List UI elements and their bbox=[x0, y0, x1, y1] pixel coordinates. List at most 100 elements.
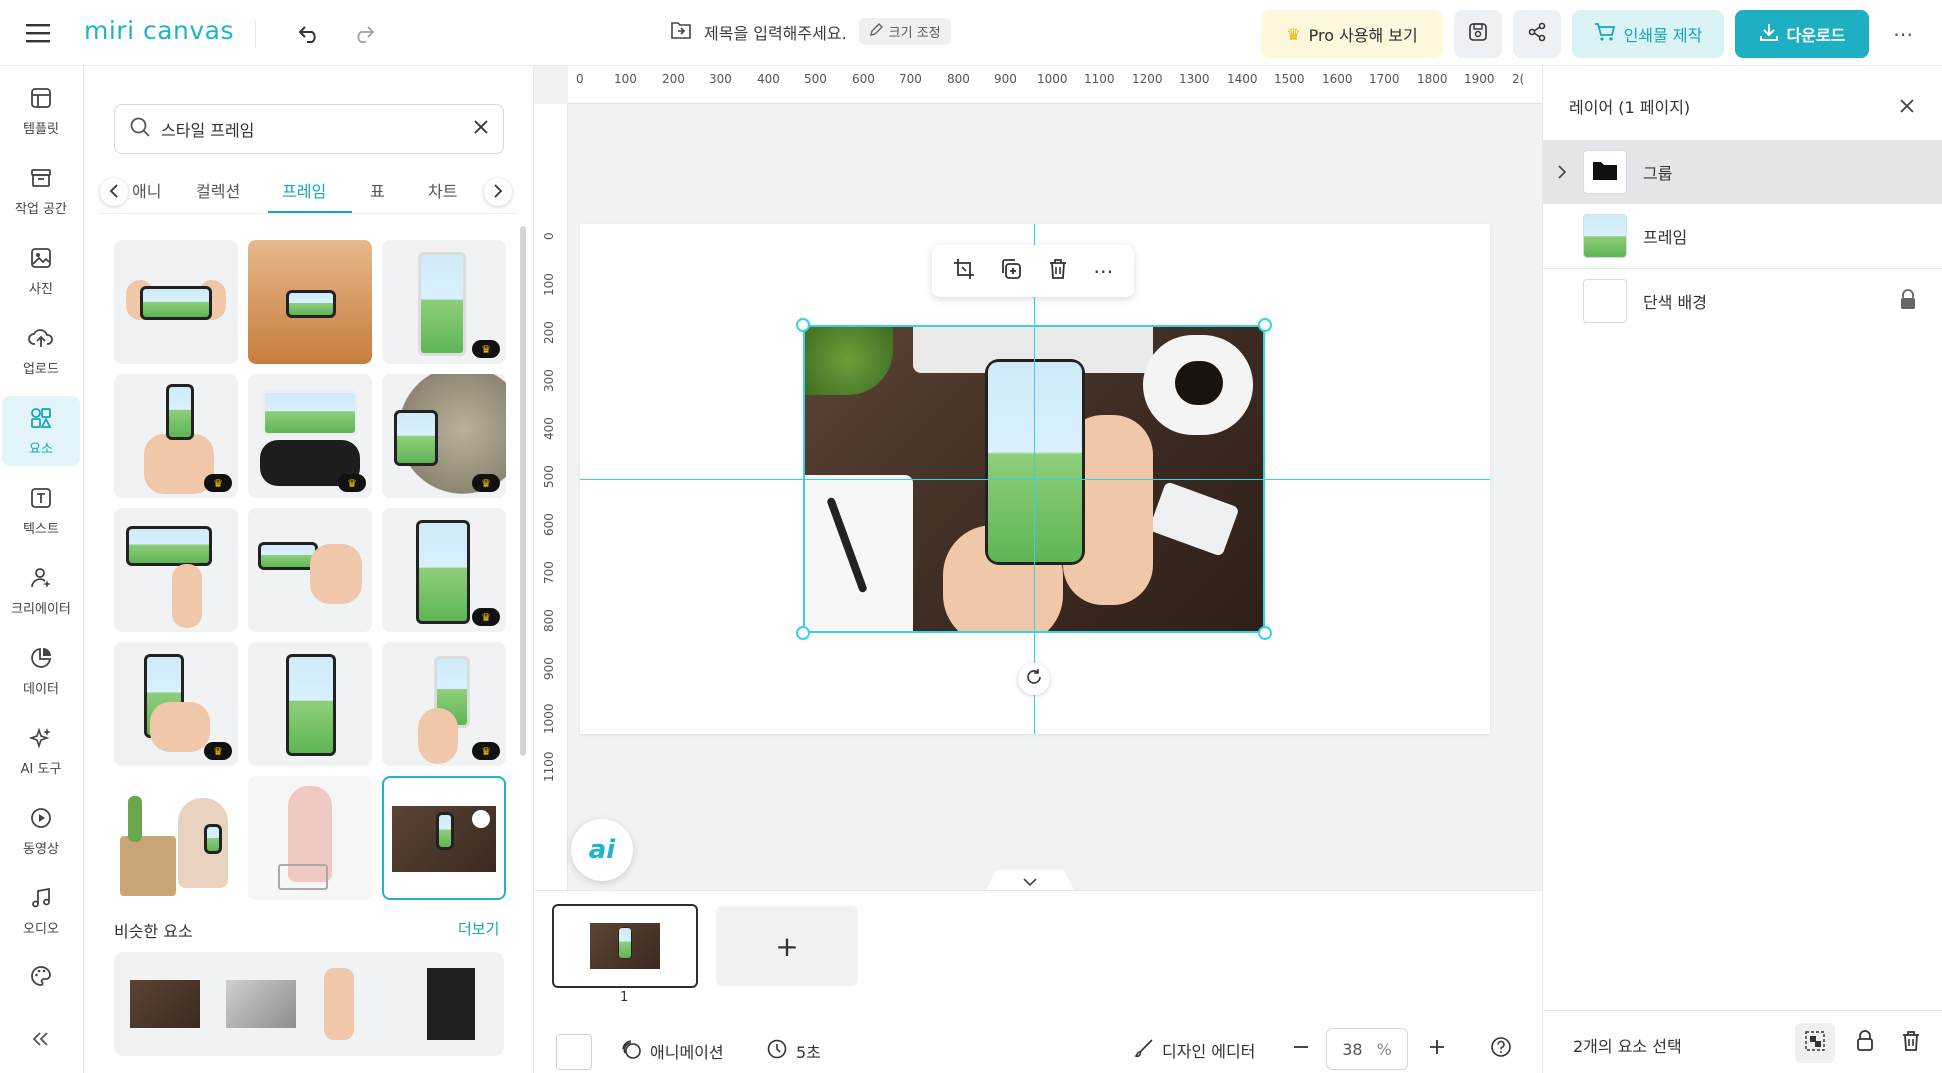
workspace-icon bbox=[29, 166, 53, 194]
frame-item[interactable] bbox=[248, 642, 372, 766]
lock-icon[interactable] bbox=[1899, 289, 1917, 315]
phone-shape bbox=[394, 410, 438, 466]
rail-item-elements[interactable]: 요소 bbox=[2, 396, 80, 466]
print-order-button[interactable]: 인쇄물 제작 bbox=[1572, 10, 1724, 58]
collapse-pages-button[interactable] bbox=[986, 870, 1074, 890]
page-thumbnail[interactable] bbox=[552, 904, 698, 988]
frame-item[interactable]: ♛ bbox=[114, 642, 238, 766]
layer-thumbnail bbox=[1583, 214, 1627, 258]
frame-item[interactable]: ♛ bbox=[382, 240, 506, 364]
premium-crown-icon: ♛ bbox=[204, 742, 232, 760]
ruler-tick: 500 bbox=[804, 72, 827, 86]
share-button[interactable] bbox=[1513, 10, 1561, 58]
duration-button[interactable]: 5초 bbox=[766, 1038, 821, 1064]
resize-handle-bottom-left[interactable] bbox=[796, 626, 810, 640]
duplicate-icon[interactable] bbox=[1000, 258, 1022, 284]
similar-item[interactable] bbox=[130, 980, 200, 1028]
delete-button[interactable] bbox=[1891, 1023, 1931, 1063]
design-editor-button[interactable]: 디자인 에디터 bbox=[1134, 1038, 1255, 1062]
rail-item-theme[interactable] bbox=[2, 956, 80, 1000]
tab-frame[interactable]: 프레임 bbox=[282, 178, 326, 202]
frame-item[interactable]: ♛ bbox=[114, 374, 238, 498]
save-button[interactable] bbox=[1454, 10, 1502, 58]
rail-item-upload[interactable]: 업로드 bbox=[2, 316, 80, 386]
similar-item[interactable] bbox=[226, 980, 296, 1028]
tabs-prev-button[interactable] bbox=[100, 178, 128, 206]
rail-item-creator[interactable]: 크리에이터 bbox=[2, 556, 80, 626]
resize-handle-top-right[interactable] bbox=[1258, 318, 1272, 332]
lock-button[interactable] bbox=[1845, 1023, 1885, 1063]
zoom-in-button[interactable] bbox=[1428, 1038, 1446, 1060]
trash-icon[interactable] bbox=[1048, 258, 1068, 284]
frame-item-selected[interactable] bbox=[382, 776, 506, 900]
rail-item-template[interactable]: 템플릿 bbox=[2, 76, 80, 146]
frame-item[interactable] bbox=[248, 776, 372, 900]
similar-item[interactable] bbox=[427, 968, 475, 1040]
frame-item[interactable] bbox=[114, 508, 238, 632]
tabs-next-button[interactable] bbox=[484, 178, 512, 206]
undo-icon[interactable] bbox=[294, 20, 324, 48]
more-options-icon[interactable]: ⋯ bbox=[1888, 20, 1918, 48]
tab-collection[interactable]: 컬렉션 bbox=[196, 178, 240, 202]
rail-item-audio[interactable]: 오디오 bbox=[2, 876, 80, 946]
rail-item-data[interactable]: 데이터 bbox=[2, 636, 80, 706]
rail-item-workspace[interactable]: 작업 공간 bbox=[2, 156, 80, 226]
layer-row-background[interactable]: 단색 배경 bbox=[1543, 269, 1942, 333]
pro-trial-button[interactable]: ♛ Pro 사용해 보기 bbox=[1261, 10, 1443, 58]
frame-item[interactable]: ♛ bbox=[382, 508, 506, 632]
menu-icon[interactable] bbox=[24, 20, 52, 46]
selection-box[interactable] bbox=[803, 325, 1265, 633]
crown-icon: ♛ bbox=[1286, 24, 1301, 44]
redo-icon[interactable] bbox=[349, 20, 379, 48]
folder-move-icon[interactable] bbox=[670, 20, 692, 44]
rotate-handle[interactable] bbox=[1018, 663, 1050, 695]
document-title-input[interactable]: 제목을 입력해주세요. bbox=[704, 20, 847, 44]
ai-assistant-button[interactable]: ai bbox=[571, 819, 633, 881]
crop-icon[interactable] bbox=[953, 258, 975, 284]
ruler-tick: 800 bbox=[947, 72, 970, 86]
ruler-tick: 100 bbox=[614, 72, 637, 86]
close-icon[interactable] bbox=[1895, 94, 1919, 118]
group-button[interactable] bbox=[1795, 1023, 1835, 1063]
frame-item[interactable]: ♛ bbox=[382, 642, 506, 766]
ruler-tick: 400 bbox=[757, 72, 780, 86]
animation-button[interactable]: 애니메이션 bbox=[620, 1038, 724, 1064]
resize-handle-top-left[interactable] bbox=[796, 318, 810, 332]
panel-scrollbar[interactable] bbox=[520, 226, 526, 756]
layer-row-group[interactable]: 그룹 bbox=[1543, 140, 1942, 204]
background-color-swatch[interactable] bbox=[556, 1034, 592, 1070]
frame-item[interactable] bbox=[114, 240, 238, 364]
search-input[interactable]: 스타일 프레임 bbox=[114, 104, 504, 154]
search-icon bbox=[129, 116, 151, 142]
frame-item[interactable]: ♛ bbox=[382, 374, 506, 498]
rail-item-ai-tools[interactable]: AI 도구 bbox=[2, 716, 80, 786]
rail-item-text[interactable]: 텍스트 bbox=[2, 476, 80, 546]
collapse-panel-icon[interactable] bbox=[26, 1026, 56, 1052]
zoom-input[interactable]: 38 % bbox=[1326, 1028, 1408, 1070]
phone-shape bbox=[416, 520, 470, 624]
rail-item-photo[interactable]: 사진 bbox=[2, 236, 80, 306]
rail-item-video[interactable]: 동영상 bbox=[2, 796, 80, 866]
help-button[interactable] bbox=[1490, 1036, 1512, 1062]
app-logo[interactable]: miri canvas bbox=[84, 16, 234, 45]
frame-item[interactable]: ♛ bbox=[248, 374, 372, 498]
frame-item[interactable] bbox=[248, 508, 372, 632]
tab-chart[interactable]: 차트 bbox=[428, 178, 457, 202]
more-icon[interactable]: ⋯ bbox=[1093, 259, 1113, 283]
clear-icon[interactable] bbox=[473, 119, 489, 139]
frame-item[interactable] bbox=[114, 776, 238, 900]
tab-table[interactable]: 표 bbox=[370, 178, 385, 202]
resize-handle-bottom-right[interactable] bbox=[1258, 626, 1272, 640]
more-link[interactable]: 더보기 bbox=[458, 918, 499, 939]
resize-button[interactable]: 크기 조정 bbox=[858, 18, 951, 45]
horizontal-ruler: 0 100 200 300 400 500 600 700 800 900 10… bbox=[568, 66, 1542, 104]
similar-item[interactable] bbox=[324, 968, 354, 1040]
download-button[interactable]: 다운로드 bbox=[1735, 10, 1869, 58]
frame-item[interactable] bbox=[248, 240, 372, 364]
zoom-out-button[interactable] bbox=[1292, 1038, 1310, 1060]
add-page-button[interactable]: + bbox=[716, 906, 858, 986]
chevron-right-icon[interactable] bbox=[1557, 164, 1567, 183]
layer-row-frame[interactable]: 프레임 bbox=[1543, 204, 1942, 268]
tab-anime[interactable]: 애니 bbox=[132, 178, 161, 202]
ruler-tick: 1600 bbox=[1322, 72, 1353, 86]
